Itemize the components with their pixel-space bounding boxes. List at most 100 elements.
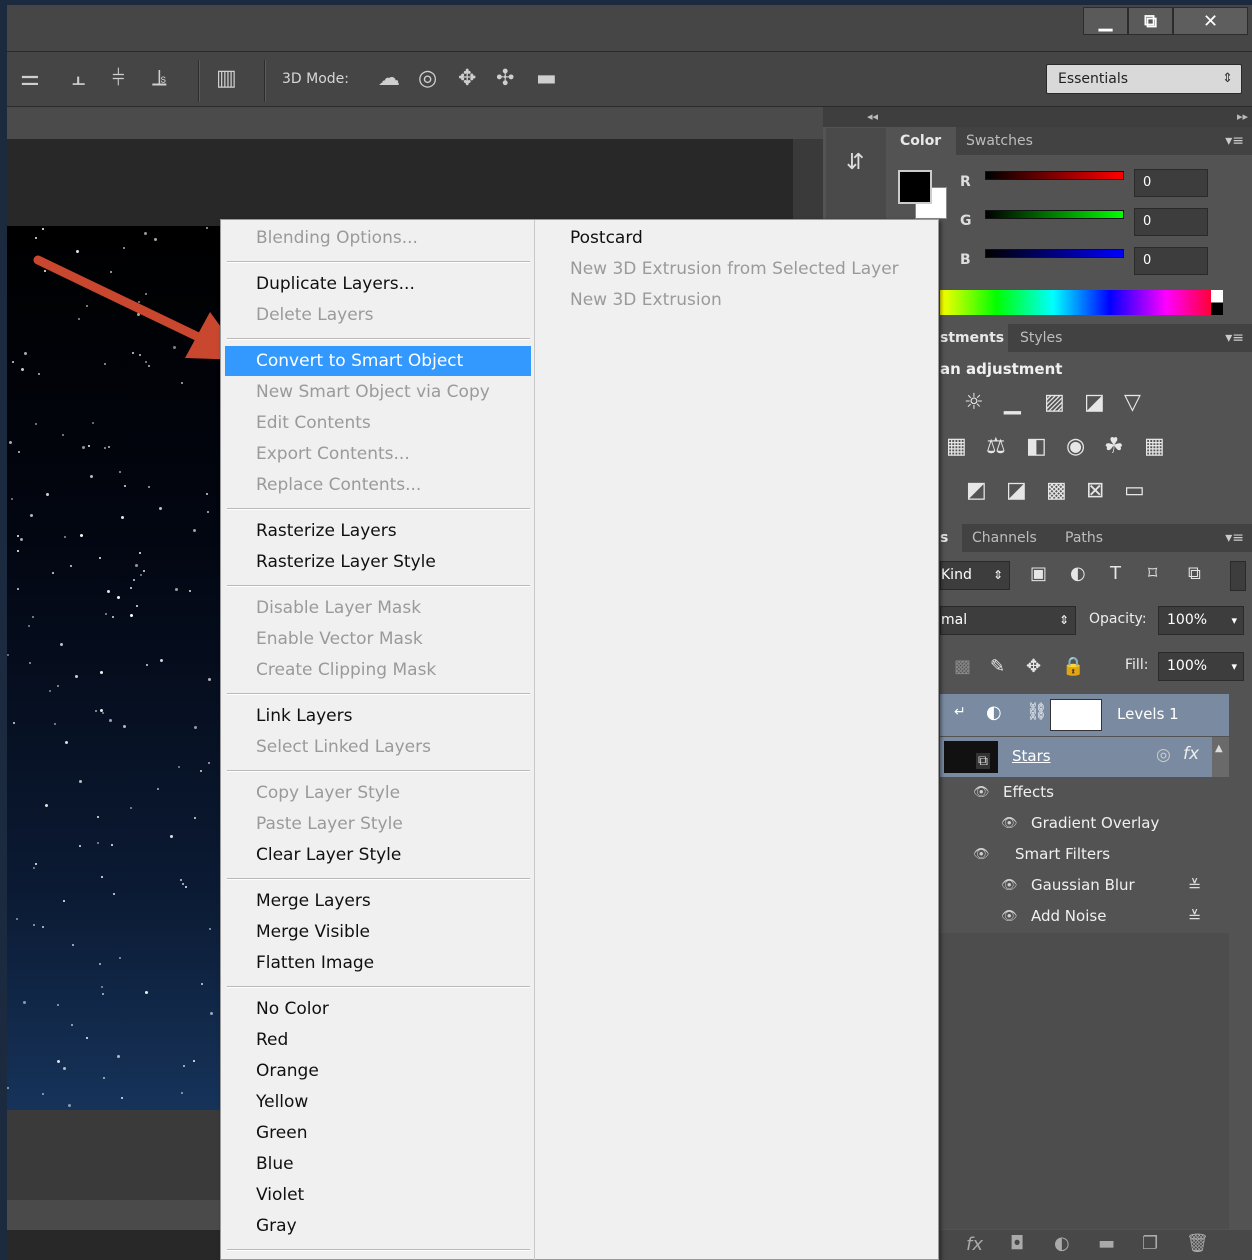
orbit-3d-icon[interactable]: ☁: [378, 52, 400, 106]
scroll-up-icon[interactable]: ▲: [1215, 743, 1223, 754]
slide-3d-icon[interactable]: ✣: [496, 52, 514, 106]
panel-menu-icon[interactable]: ▾≡: [1225, 324, 1244, 352]
gradient-map-icon[interactable]: ▭: [1124, 478, 1145, 503]
tab-paths[interactable]: Paths: [1055, 524, 1113, 552]
filter-shape-icon[interactable]: ⌑: [1148, 563, 1157, 584]
fill-field[interactable]: 100% ▾: [1158, 652, 1244, 681]
tab-channels[interactable]: Channels: [962, 524, 1047, 552]
drag-3d-icon[interactable]: ✥: [458, 52, 476, 106]
red-slider[interactable]: [985, 171, 1124, 180]
menu-item-convert-to-smart-object[interactable]: Convert to Smart Object: [225, 346, 531, 376]
hue-saturation-icon[interactable]: ▦: [946, 434, 967, 459]
vertical-scrollbar[interactable]: [793, 139, 823, 229]
add-mask-icon[interactable]: ◘: [1010, 1233, 1024, 1254]
fx-icon[interactable]: fx: [966, 1234, 983, 1255]
menu-item-link-layers[interactable]: Link Layers: [225, 701, 531, 731]
foreground-color-swatch[interactable]: [898, 170, 932, 204]
smart-filter-toggle-icon[interactable]: ◎: [1156, 745, 1171, 765]
photo-filter-icon[interactable]: ◉: [1066, 434, 1085, 459]
menu-item-yellow[interactable]: Yellow: [225, 1087, 531, 1117]
filter-options-icon[interactable]: ≚: [1188, 870, 1201, 901]
layer-row-levels[interactable]: ↵ ◐ ⛓ Levels 1: [940, 694, 1229, 736]
filter-kind-select[interactable]: Kind ⇕: [940, 561, 1010, 590]
visibility-eye-icon[interactable]: 👁: [973, 839, 990, 870]
selective-color-icon[interactable]: ⊠: [1086, 478, 1104, 503]
panel-collapse-bar[interactable]: ◂◂ ▸▸: [823, 107, 1252, 127]
filter-options-icon[interactable]: ≚: [1188, 901, 1201, 932]
panel-menu-icon[interactable]: ▾≡: [1225, 127, 1244, 155]
expand-right-icon[interactable]: ▸▸: [1237, 110, 1248, 123]
layer-name[interactable]: Stars: [1012, 747, 1051, 765]
minimize-button[interactable]: ▁: [1083, 7, 1128, 35]
blend-mode-select[interactable]: mal ⇕: [940, 606, 1076, 635]
vibrance-icon[interactable]: ▽: [1124, 390, 1141, 415]
visibility-eye-icon[interactable]: 👁: [1001, 808, 1018, 839]
levels-icon[interactable]: ▁: [1004, 390, 1021, 415]
color-balance-icon[interactable]: ⚖: [986, 434, 1006, 459]
smart-filters-row[interactable]: 👁 Smart Filters: [940, 839, 1229, 870]
menu-item-green[interactable]: Green: [225, 1118, 531, 1148]
menu-item-postcard[interactable]: Postcard: [570, 223, 643, 253]
exposure-icon[interactable]: ◪: [1084, 390, 1105, 415]
panel-menu-icon[interactable]: ▾≡: [1225, 524, 1244, 552]
new-group-icon[interactable]: ▬: [1098, 1233, 1115, 1254]
curves-icon[interactable]: ▨: [1044, 390, 1065, 415]
fx-icon[interactable]: fx: [1183, 744, 1199, 764]
menu-item-violet[interactable]: Violet: [225, 1180, 531, 1210]
tab-adjustments[interactable]: stments: [940, 324, 1008, 352]
gaussian-blur-row[interactable]: 👁 Gaussian Blur ≚: [940, 870, 1229, 901]
new-layer-icon[interactable]: ❐: [1142, 1233, 1158, 1254]
lock-all-icon[interactable]: 🔒: [1062, 656, 1084, 677]
effects-row[interactable]: 👁 Effects: [940, 777, 1229, 808]
menu-item-merge-layers[interactable]: Merge Layers: [225, 886, 531, 916]
filter-adjustment-icon[interactable]: ◐: [1070, 563, 1086, 584]
menu-item-orange[interactable]: Orange: [225, 1056, 531, 1086]
layers-scrollbar[interactable]: ▲: [1212, 737, 1229, 777]
workspace-select[interactable]: Essentials ⇕: [1046, 64, 1242, 94]
close-button[interactable]: ✕: [1173, 7, 1248, 35]
history-icon[interactable]: ⇵: [846, 150, 864, 175]
brightness-contrast-icon[interactable]: ☼: [964, 390, 984, 415]
menu-item-duplicate-layers[interactable]: Duplicate Layers...: [225, 269, 531, 299]
collapse-left-icon[interactable]: ◂◂: [867, 110, 878, 123]
menu-item-merge-visible[interactable]: Merge Visible: [225, 917, 531, 947]
layer-row-stars[interactable]: ⧉ Stars ◎ fx: [940, 737, 1212, 777]
trash-icon[interactable]: 🗑: [1186, 1233, 1209, 1254]
menu-item-gray[interactable]: Gray: [225, 1211, 531, 1241]
black-white-icon[interactable]: ◧: [1026, 434, 1047, 459]
lock-position-icon[interactable]: ✥: [1026, 656, 1041, 677]
gradient-overlay-row[interactable]: 👁 Gradient Overlay: [940, 808, 1229, 839]
tab-swatches[interactable]: Swatches: [956, 127, 1043, 155]
visibility-eye-icon[interactable]: 👁: [1001, 870, 1018, 901]
new-adjustment-icon[interactable]: ◐: [1054, 1233, 1070, 1254]
channel-mixer-icon[interactable]: ☘: [1104, 434, 1124, 459]
menu-item-rasterize-layer-style[interactable]: Rasterize Layer Style: [225, 547, 531, 577]
visibility-eye-icon[interactable]: 👁: [973, 777, 990, 808]
threshold-icon[interactable]: ▩: [1046, 478, 1067, 503]
green-value-field[interactable]: 0: [1134, 208, 1208, 236]
red-value-field[interactable]: 0: [1134, 169, 1208, 197]
menu-item-no-color[interactable]: No Color: [225, 994, 531, 1024]
roll-3d-icon[interactable]: ◎: [418, 52, 437, 106]
invert-icon[interactable]: ◩: [966, 478, 987, 503]
posterize-icon[interactable]: ◪: [1006, 478, 1027, 503]
filter-type-icon[interactable]: T: [1110, 563, 1121, 584]
lock-image-icon[interactable]: ✎: [990, 656, 1005, 677]
scale-3d-icon[interactable]: ▬: [536, 52, 557, 106]
black-white-ramp[interactable]: [1211, 290, 1223, 315]
tab-styles[interactable]: Styles: [1010, 324, 1072, 352]
add-noise-row[interactable]: 👁 Add Noise ≚: [940, 901, 1229, 932]
filter-pixel-icon[interactable]: ▣: [1030, 563, 1047, 584]
menu-item-clear-layer-style[interactable]: Clear Layer Style: [225, 840, 531, 870]
filter-smart-object-icon[interactable]: ⧉: [1188, 563, 1201, 584]
menu-item-flatten-image[interactable]: Flatten Image: [225, 948, 531, 978]
menu-item-rasterize-layers[interactable]: Rasterize Layers: [225, 516, 531, 546]
restore-button[interactable]: ⧉: [1128, 7, 1173, 35]
green-slider[interactable]: [985, 210, 1124, 219]
filter-toggle[interactable]: [1230, 561, 1246, 591]
visibility-eye-icon[interactable]: 👁: [1001, 901, 1018, 932]
tab-layers[interactable]: s: [940, 524, 962, 552]
opacity-field[interactable]: 100% ▾: [1158, 606, 1244, 635]
menu-item-red[interactable]: Red: [225, 1025, 531, 1055]
color-spectrum-ramp[interactable]: [940, 290, 1223, 315]
